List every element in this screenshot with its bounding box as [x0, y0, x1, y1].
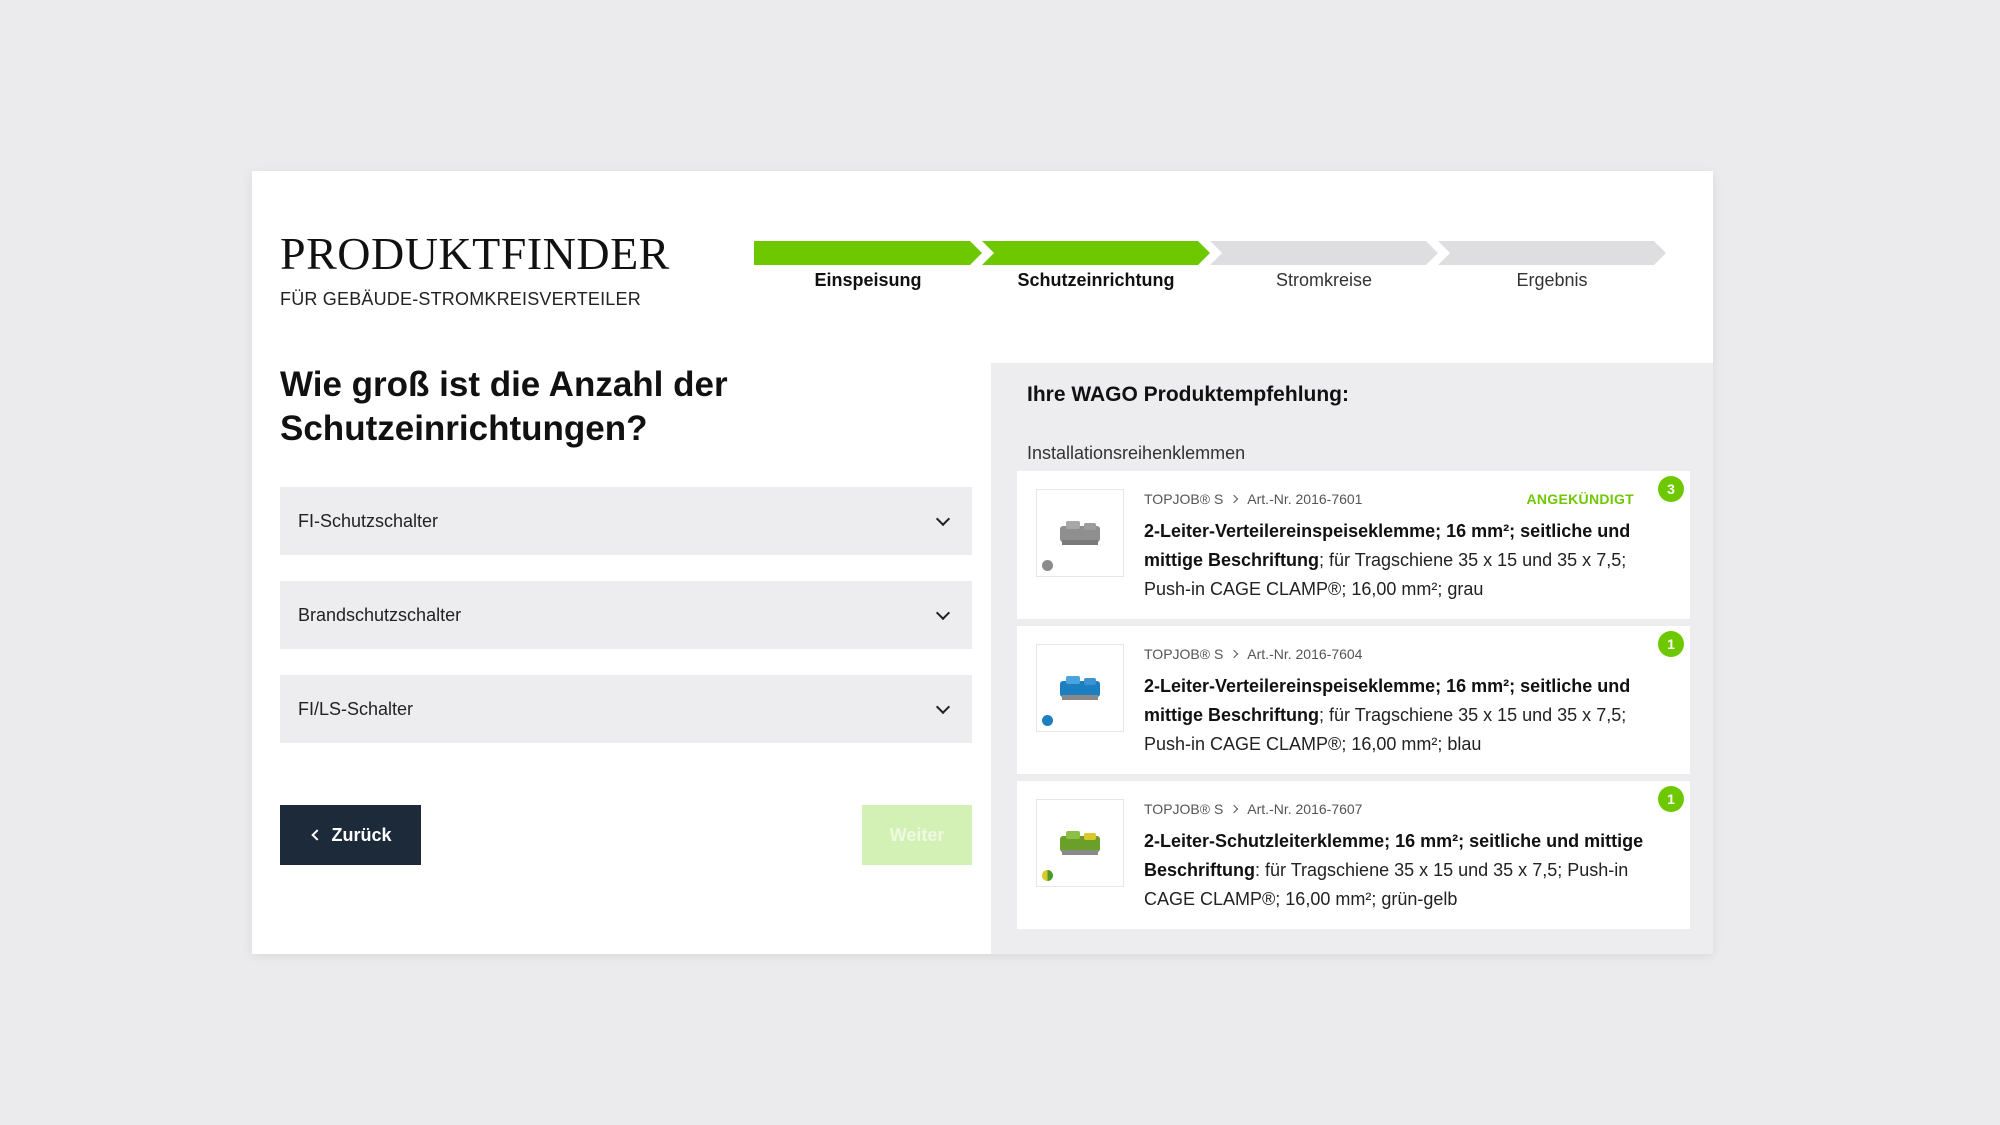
product-meta: TOPJOB® S Art.-Nr. 2016-7607 — [1144, 801, 1362, 817]
product-series: TOPJOB® S — [1144, 646, 1224, 662]
chevron-right-icon — [1230, 804, 1239, 814]
step-bar — [754, 241, 982, 265]
chevron-right-icon — [1230, 494, 1239, 504]
quantity-badge: 1 — [1658, 786, 1684, 812]
step-stromkreise[interactable]: Stromkreise — [1210, 241, 1438, 301]
select-fi-schutzschalter[interactable]: FI-Schutzschalter — [280, 487, 972, 555]
brand-header: PRODUKTFINDER FÜR GEBÄUDE-STROMKREISVERT… — [280, 231, 670, 310]
terminal-block-icon — [1060, 676, 1100, 700]
step-ergebnis[interactable]: Ergebnis — [1438, 241, 1666, 301]
product-card[interactable]: TOPJOB® S Art.-Nr. 2016-7607 2-Leiter-Sc… — [1017, 781, 1690, 929]
recommendation-panel: Ihre WAGO Produktempfehlung: Installatio… — [991, 363, 1713, 954]
select-label: Brandschutzschalter — [298, 604, 462, 625]
product-image — [1036, 799, 1124, 887]
step-label: Schutzeinrichtung — [1017, 270, 1175, 290]
product-article: Art.-Nr. 2016-7604 — [1247, 646, 1363, 662]
color-dot-green-yellow — [1042, 870, 1053, 881]
step-label: Ergebnis — [1516, 270, 1588, 290]
chevron-left-icon — [311, 829, 324, 841]
product-meta: TOPJOB® S Art.-Nr. 2016-7601 — [1144, 491, 1362, 507]
product-article: Art.-Nr. 2016-7607 — [1247, 801, 1363, 817]
product-image — [1036, 644, 1124, 732]
color-dot-blue — [1042, 715, 1053, 726]
progress-stepper: Einspeisung Schutzeinrichtung Stromkreis… — [754, 241, 1694, 301]
panel-title: Ihre WAGO Produktempfehlung: — [1027, 383, 1350, 406]
page-title: PRODUKTFINDER — [280, 228, 670, 279]
select-brandschutzschalter[interactable]: Brandschutzschalter — [280, 581, 972, 649]
page-subtitle: FÜR GEBÄUDE-STROMKREISVERTEILER — [280, 289, 641, 309]
step-label: Stromkreise — [1275, 270, 1373, 290]
color-dot-grey — [1042, 560, 1053, 571]
step-bar — [982, 241, 1210, 265]
select-label: FI/LS-Schalter — [298, 698, 414, 719]
product-description: 2-Leiter-Verteilereinspeiseklemme; 16 mm… — [1144, 672, 1664, 759]
product-finder-card: PRODUKTFINDER FÜR GEBÄUDE-STROMKREISVERT… — [252, 171, 1713, 954]
product-series: TOPJOB® S — [1144, 801, 1224, 817]
select-fi-ls-schalter[interactable]: FI/LS-Schalter — [280, 675, 972, 743]
chevron-down-icon — [935, 511, 951, 527]
step-einspeisung[interactable]: Einspeisung — [754, 241, 982, 301]
quantity-badge: 3 — [1658, 476, 1684, 502]
question-heading: Wie groß ist die Anzahl der Schutzeinric… — [280, 365, 728, 448]
chevron-down-icon — [935, 605, 951, 621]
chevron-right-icon — [1230, 649, 1239, 659]
step-schutzeinrichtung[interactable]: Schutzeinrichtung — [982, 241, 1210, 301]
product-card[interactable]: TOPJOB® S Art.-Nr. 2016-7601 ANGEKÜNDIGT… — [1017, 471, 1690, 619]
product-meta: TOPJOB® S Art.-Nr. 2016-7604 — [1144, 646, 1362, 662]
product-article: Art.-Nr. 2016-7601 — [1247, 491, 1363, 507]
product-description: 2-Leiter-Verteilereinspeiseklemme; 16 mm… — [1144, 517, 1664, 604]
select-label: FI-Schutzschalter — [298, 510, 439, 531]
panel-category: Installationsreihenklemmen — [1027, 443, 1246, 463]
next-button[interactable]: Weiter — [862, 805, 972, 865]
step-label: Einspeisung — [814, 270, 922, 290]
terminal-block-icon — [1060, 831, 1100, 855]
status-badge: ANGEKÜNDIGT — [1526, 491, 1634, 507]
step-bar — [1210, 241, 1438, 265]
next-button-label: Weiter — [889, 824, 945, 845]
terminal-block-icon — [1060, 521, 1100, 545]
back-button[interactable]: Zurück — [280, 805, 421, 865]
back-button-label: Zurück — [331, 824, 392, 845]
step-bar — [1438, 241, 1666, 265]
product-description: 2-Leiter-Schutzleiterklemme; 16 mm²; sei… — [1144, 827, 1664, 914]
chevron-down-icon — [935, 699, 951, 715]
quantity-badge: 1 — [1658, 631, 1684, 657]
product-series: TOPJOB® S — [1144, 491, 1224, 507]
product-card[interactable]: TOPJOB® S Art.-Nr. 2016-7604 2-Leiter-Ve… — [1017, 626, 1690, 774]
product-image — [1036, 489, 1124, 577]
